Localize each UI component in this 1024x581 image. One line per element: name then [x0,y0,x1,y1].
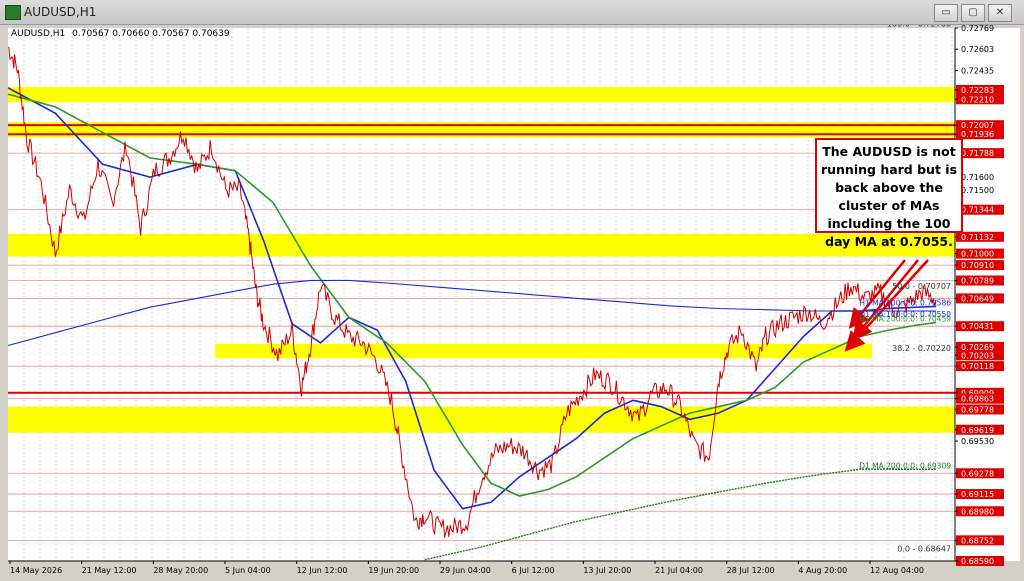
annotation-callout: The AUDUSD is not running hard but is ba… [815,138,963,249]
fib-level-label: 100.0 - 0.72766 [887,25,951,28]
y-tick-label: 0.68590 [961,557,994,566]
fib-level-label: 0.0 - 0.68647 [897,545,951,554]
fib-level-label: 50.0 - 0.70707 [892,282,951,291]
y-tick-label: 0.69278 [961,469,994,478]
x-tick-label: 12 Aug 04:00 [870,566,924,575]
y-tick-label: 0.71788 [961,149,994,158]
y-tick-label: 0.71132 [961,233,994,242]
x-axis: 14 May 2026 21 May 12:00 28 May 20:00 5 Jun… [8,560,955,575]
window-title: AUDUSD,H1 [24,5,97,19]
y-tick-label: 0.72007 [961,121,994,130]
y-tick-label: 0.72210 [961,95,994,104]
ma-level-label: D1 MA:200:0:0: 0.69309 [859,461,951,470]
y-tick-label: 0.72283 [961,86,994,95]
y-tick-label: 0.72435 [961,67,994,76]
x-tick-label: 14 May 2026 [10,566,62,575]
svg-text:AUDUSD,H1 0.70567 0.7066: AUDUSD,H1 0.70567 0.70660 0.70567 0.7063… [11,29,230,39]
x-tick-label: 12 Jun 12:00 [297,566,348,575]
y-tick-label: 0.68752 [961,536,994,545]
x-tick-label: 6 Jul 12:00 [512,566,555,575]
price-chart[interactable]: 100.0 - 0.72766 50.0 - 0.70707 38.2 - 0.70… [0,25,1024,581]
y-tick-label: 0.69115 [961,490,994,499]
yellow-zone [8,233,955,257]
chart-header-ohlc: 0.70567 0.70660 0.70567 0.70639 [72,29,230,39]
yellow-zone [215,343,872,359]
y-tick-label: 0.68980 [961,507,994,516]
y-tick-label: 0.70118 [961,362,994,371]
yellow-zone [8,86,955,103]
y-tick-label: 0.70789 [961,277,994,286]
x-tick-label: 21 Jul 04:00 [655,566,703,575]
x-tick-label: 4 Aug 20:00 [798,566,847,575]
x-tick-label: 13 Jul 20:00 [583,566,631,575]
y-tick-label: 0.70649 [961,294,994,303]
close-button[interactable]: ✕ [988,4,1012,22]
x-tick-label: 19 Jun 20:00 [368,566,419,575]
y-tick-label: 0.72603 [961,45,994,54]
y-tick-label: 0.69530 [961,437,994,446]
plot-area [8,28,955,561]
y-tick-label: 0.69863 [961,395,994,404]
maximize-button[interactable]: ▢ [961,4,985,22]
y-tick-label: 0.69619 [961,426,994,435]
y-tick-label: 0.69778 [961,405,994,414]
chart-window: AUDUSD,H1 ▭ ▢ ✕ 100.0 - 0.72766 50.0 - 0.… [0,0,1024,581]
x-tick-label: 28 Jul 12:00 [727,566,775,575]
ma-level-label: H1 MA:200:0:0: 0.70459 [859,315,951,324]
window-titlebar: AUDUSD,H1 ▭ ▢ ✕ [0,0,1024,25]
y-tick-label: 0.71936 [961,130,994,139]
x-tick-label: 29 Jun 04:00 [440,566,491,575]
x-tick-label: 21 May 12:00 [82,566,137,575]
chart-header-symbol: AUDUSD,H1 [11,29,65,39]
x-tick-label: 5 Jun 04:00 [225,566,271,575]
x-tick-label: 28 May 20:00 [153,566,208,575]
ma-level-label: H1 MA:100:0:0: 0.70586 [859,298,951,307]
y-tick-label: 0.70910 [961,261,994,270]
y-tick-label: 0.71000 [961,250,994,259]
y-tick-label: 0.72769 [961,25,994,33]
y-tick-label: 0.70203 [961,351,994,360]
y-axis: 0.72769 0.72603 0.72435 0.722830.72210 0.720… [954,25,1020,566]
y-tick-label: 0.70431 [961,322,994,331]
y-tick-label: 0.71500 [961,186,994,195]
yellow-zone [8,406,955,433]
y-tick-label: 0.71344 [961,206,994,215]
fib-level-label: 38.2 - 0.70220 [892,344,951,353]
minimize-button[interactable]: ▭ [934,4,958,22]
chart-window-icon [5,5,21,20]
y-tick-label: 0.71600 [961,173,994,182]
